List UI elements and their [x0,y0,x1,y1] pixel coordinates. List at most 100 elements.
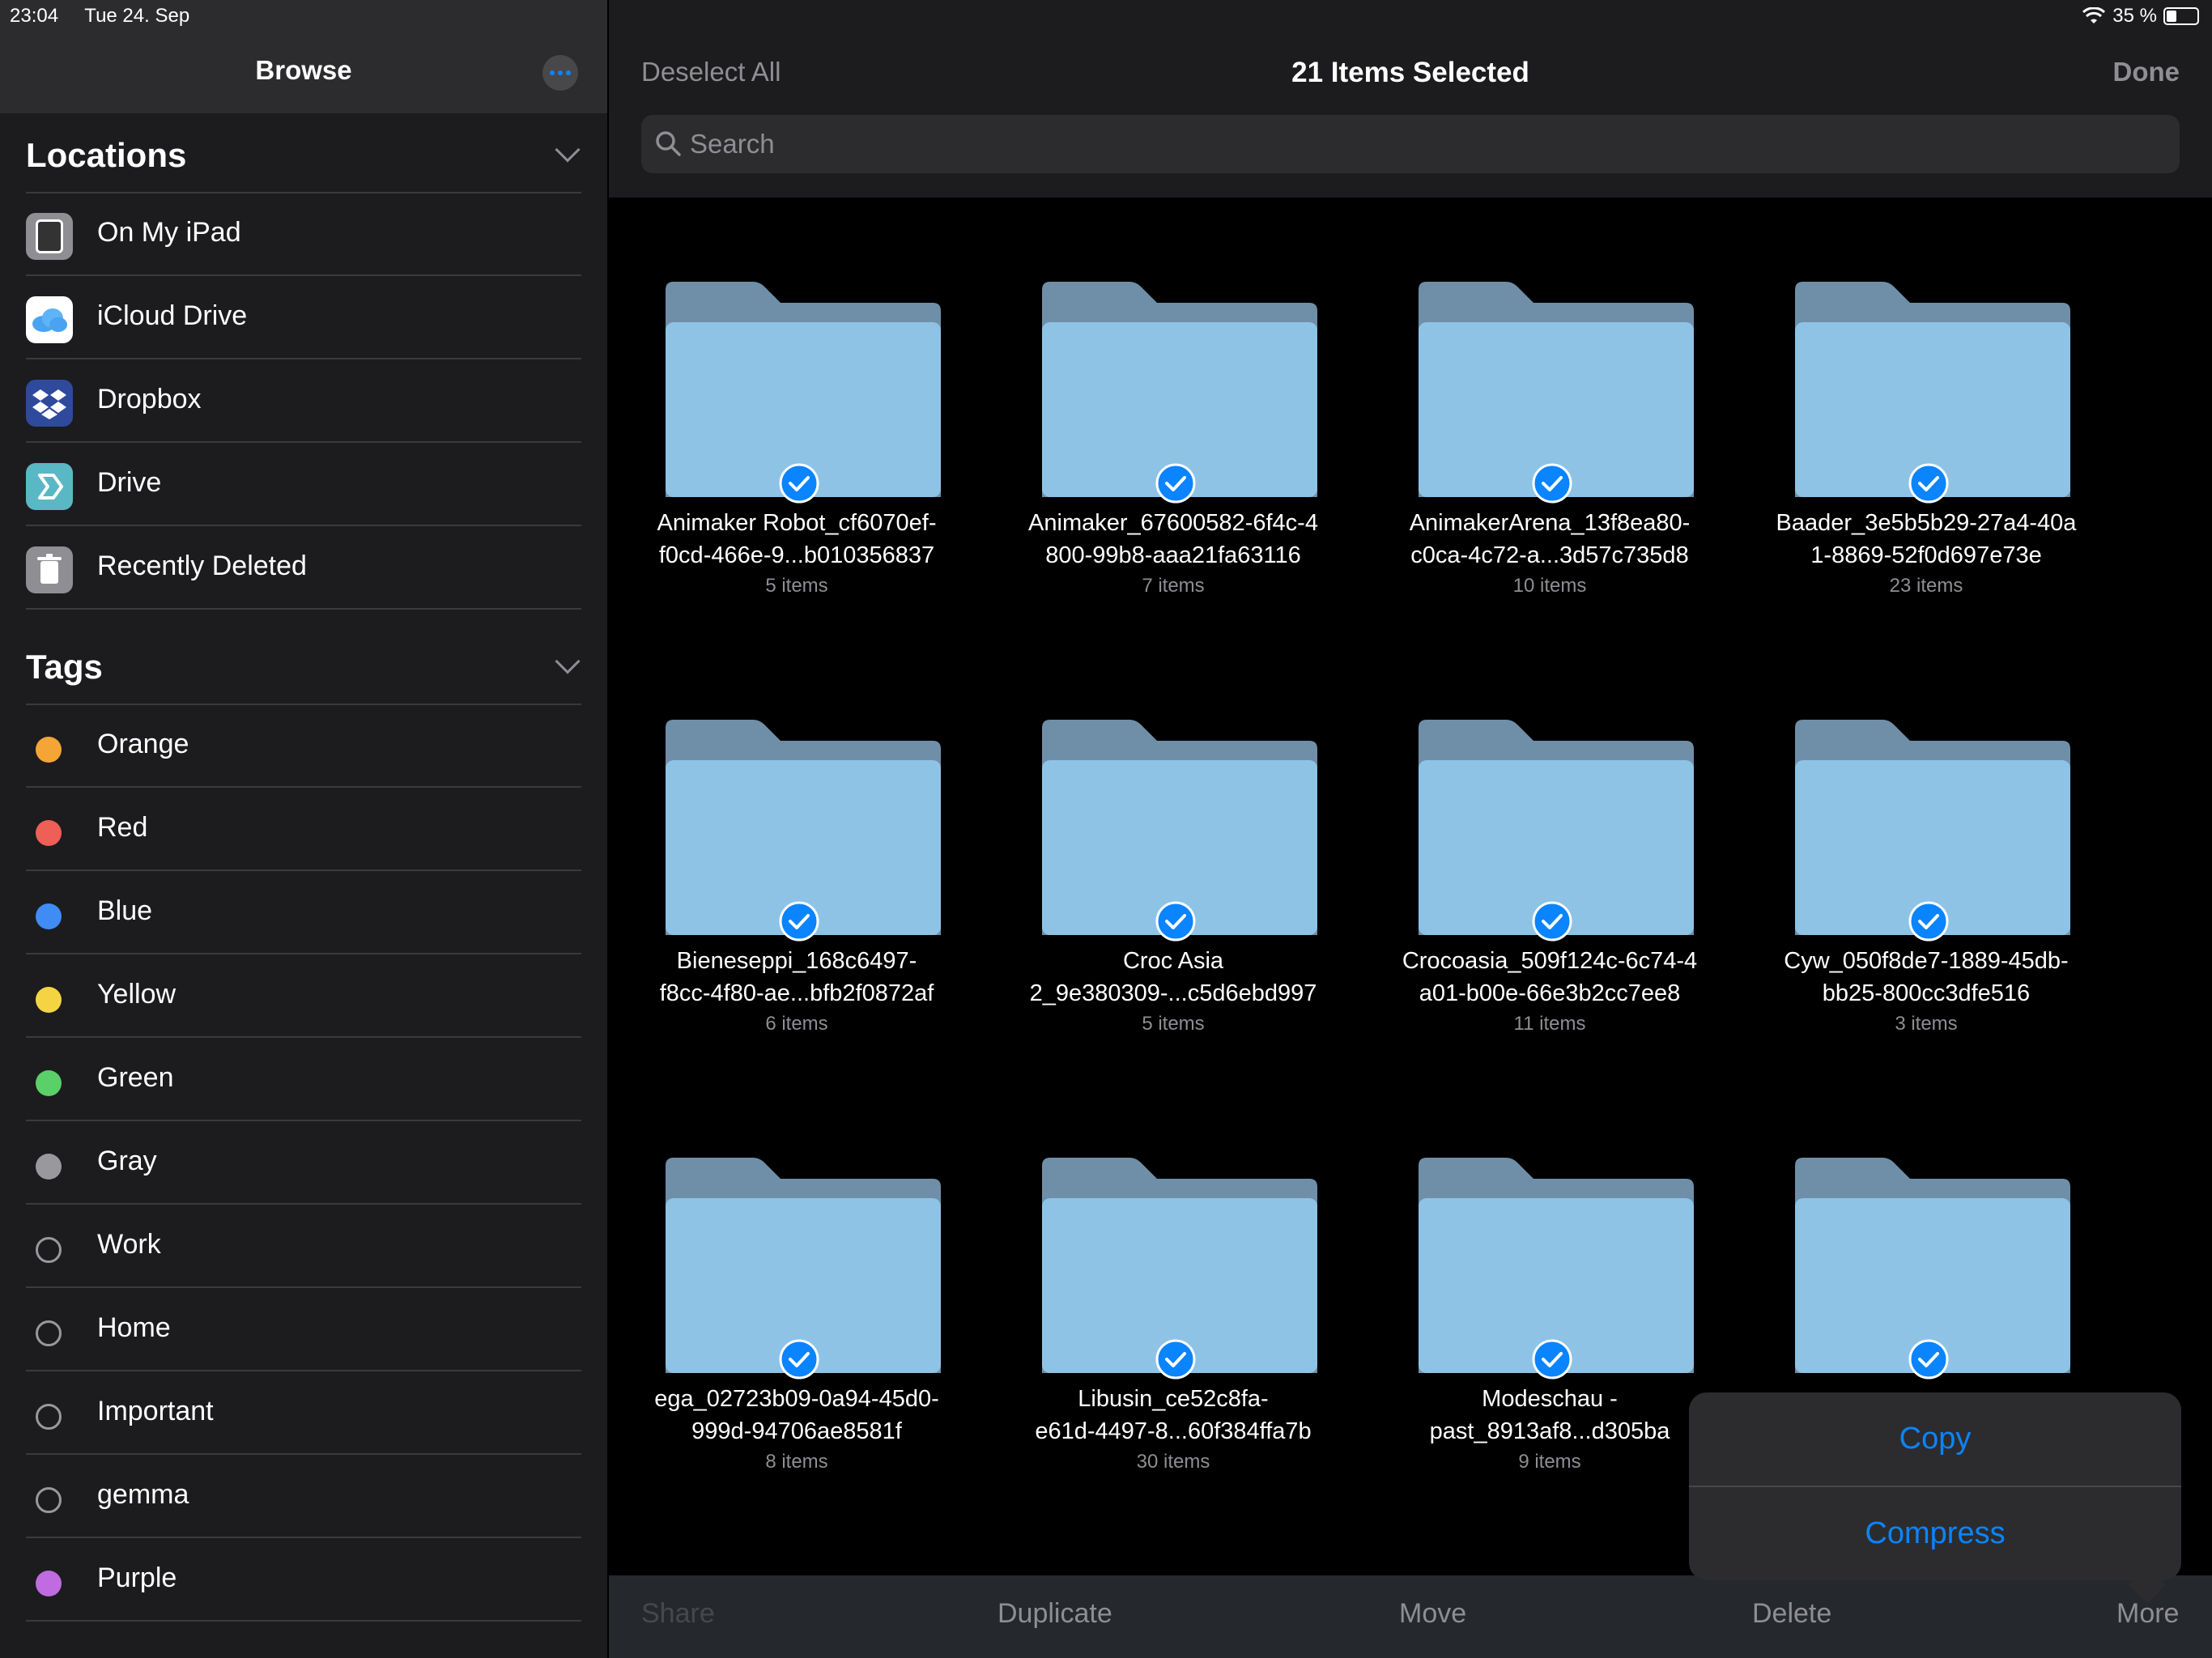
folder-tile[interactable]: ega_02723b09-0a94-45d0- 999d-94706ae8581f… [609,1073,985,1473]
folder-name-line: Cyw_050f8de7-1889-45db- [1784,948,2069,974]
tag-item-green[interactable]: Green [26,1038,581,1121]
tag-item-blue[interactable]: Blue [26,871,581,954]
folder-name-line: c0ca-4c72-a...3d57c735d8 [1410,542,1689,568]
status-date: Tue 24. Sep [84,5,190,27]
status-bar-left: 23:04 Tue 24. Sep [10,5,211,28]
folder-tile[interactable]: Bieneseppi_168c6497- f8cc-4f80-ae...bfb2f… [609,636,985,1035]
tag-color-dot-icon [36,903,62,929]
delete-button[interactable]: Delete [1752,1598,1831,1630]
folder-item-count: 10 items [1512,575,1587,597]
tag-color-dot-icon [36,737,62,763]
more-options-icon[interactable] [542,55,578,91]
folder-tile[interactable]: Modeschau - past_8913af8...d305ba 9 items [1362,1073,1738,1473]
folder-name-line: Crocoasia_509f124c-6c74-4 [1402,948,1698,974]
tag-label: gemma [97,1479,189,1510]
tags-header: Tags [26,648,103,686]
folder-tile[interactable]: Baader_3e5b5b29-27a4-40a 1-8869-52f0d697e… [1738,198,2114,597]
checkmark-icon [779,463,819,504]
checkmark-icon [1532,901,1572,942]
sidebar-item-on-my-ipad[interactable]: On My iPad [26,193,581,276]
tag-item-yellow[interactable]: Yellow [26,954,581,1038]
folder-tile[interactable] [1738,1073,2114,1446]
folder-item-count: 23 items [1889,575,1963,597]
folder-item-count: 5 items [765,575,828,597]
tag-item-purple[interactable]: Purple [26,1538,581,1622]
sidebar-item-dropbox[interactable]: Dropbox [26,359,581,443]
folder-tile[interactable]: Animaker_67600582-6f4c-4 800-99b8-aaa21fa… [985,198,1361,597]
folder-name: ega_02723b09-0a94-45d0- 999d-94706ae8581f [609,1383,985,1448]
sidebar-item-icloud-drive[interactable]: iCloud Drive [26,276,581,359]
folder-tile[interactable]: Croc Asia 2_9e380309-...c5d6ebd997 5 items [985,636,1361,1035]
tag-item-gray[interactable]: Gray [26,1121,581,1205]
copy-menu-item[interactable]: Copy [1689,1392,2181,1486]
folder-name: AnimakerArena_13f8ea80- c0ca-4c72-a...3d5… [1362,507,1738,572]
folder-name: Crocoasia_509f124c-6c74-4 a01-b00e-66e3b2… [1362,945,1738,1010]
folder-name-line: 999d-94706ae8581f [691,1418,902,1444]
tag-label: Red [97,812,148,843]
bottom-toolbar: Share Duplicate Move Delete More [609,1575,2212,1658]
folder-name-line: Croc Asia [1122,948,1224,974]
folder-tile[interactable]: Cyw_050f8de7-1889-45db-bb25-800cc3dfe516… [1738,636,2114,1035]
trash-icon [26,546,73,593]
checkmark-icon [1908,1339,1949,1380]
locations-header: Locations [26,136,187,174]
folder-name-line: Baader_3e5b5b29-27a4-40a [1776,510,2077,536]
folder-tile[interactable]: AnimakerArena_13f8ea80- c0ca-4c72-a...3d5… [1362,198,1738,597]
chevron-down-icon[interactable] [555,137,581,163]
tag-item-home[interactable]: Home [26,1288,581,1371]
sidebar: 23:04 Tue 24. Sep Browse Locations On My… [0,0,607,1658]
done-button[interactable]: Done [2113,57,2180,87]
folder-name-line: Animaker Robot_cf6070ef- [657,510,937,536]
tag-label: Home [97,1312,171,1343]
chevron-down-icon[interactable] [555,648,581,674]
tag-color-dot-icon [36,1571,62,1596]
folder-name: Animaker_67600582-6f4c-4 800-99b8-aaa21fa… [985,507,1361,572]
more-actions-menu: Copy Compress [1689,1392,2181,1604]
tag-item-gemma[interactable]: gemma [26,1455,581,1538]
tag-item-red[interactable]: Red [26,788,581,871]
tag-label: Work [97,1229,161,1260]
search-input[interactable] [690,115,2163,173]
sidebar-title: Browse [255,55,352,85]
folder-tile[interactable]: Libusin_ce52c8fa-e61d-4497-8...60f384ffa… [985,1073,1361,1473]
checkmark-icon [779,1339,819,1380]
folder-name-line: Bieneseppi_168c6497- [676,948,917,974]
folder-name-line: 1-8869-52f0d697e73e [1810,542,2042,568]
folder-tile[interactable]: Crocoasia_509f124c-6c74-4 a01-b00e-66e3b2… [1362,636,1738,1035]
folder-tile[interactable]: Animaker Robot_cf6070ef-f0cd-466e-9...b0… [609,198,985,597]
folder-name-line: AnimakerArena_13f8ea80- [1409,510,1691,536]
page-title: 21 Items Selected [1291,57,1529,88]
checkmark-icon [1908,463,1949,504]
search-icon [656,131,681,156]
move-button[interactable]: Move [1399,1598,1466,1630]
tag-item-important[interactable]: Important [26,1371,581,1455]
tag-color-dot-icon [36,1154,62,1180]
ipad-icon [26,213,73,260]
search-bar[interactable] [641,115,2180,173]
folder-name-line: f8cc-4f80-ae...bfb2f0872af [659,980,934,1006]
share-button[interactable]: Share [641,1598,715,1630]
battery-percent: 35 % [2112,5,2157,27]
sidebar-item-label: Dropbox [97,384,202,414]
status-bar-right: 35 % [2082,5,2199,28]
tag-item-work[interactable]: Work [26,1205,581,1288]
folder-name-line: Animaker_67600582-6f4c-4 [1028,510,1318,536]
duplicate-button[interactable]: Duplicate [998,1598,1112,1630]
folder-name-line: a01-b00e-66e3b2cc7ee8 [1419,980,1681,1006]
compress-menu-item[interactable]: Compress [1689,1487,2181,1580]
folder-item-count: 3 items [1895,1013,1958,1035]
tag-color-dot-icon [36,1070,62,1096]
sidebar-item-drive[interactable]: Drive [26,443,581,526]
sidebar-item-recently-deleted[interactable]: Recently Deleted [26,526,581,610]
folder-name: Modeschau - past_8913af8...d305ba [1362,1383,1738,1448]
sidebar-item-label: On My iPad [97,217,241,248]
folder-item-count: 6 items [765,1013,828,1035]
dropbox-icon [26,380,73,427]
tag-color-dot-icon [36,820,62,846]
icloud-icon [26,296,73,343]
folder-name-line: e61d-4497-8...60f384ffa7b [1035,1418,1312,1444]
tag-label: Important [97,1396,214,1426]
sidebar-item-label: iCloud Drive [97,300,248,331]
folder-name: Baader_3e5b5b29-27a4-40a 1-8869-52f0d697e… [1738,507,2114,572]
tag-item-orange[interactable]: Orange [26,704,581,788]
